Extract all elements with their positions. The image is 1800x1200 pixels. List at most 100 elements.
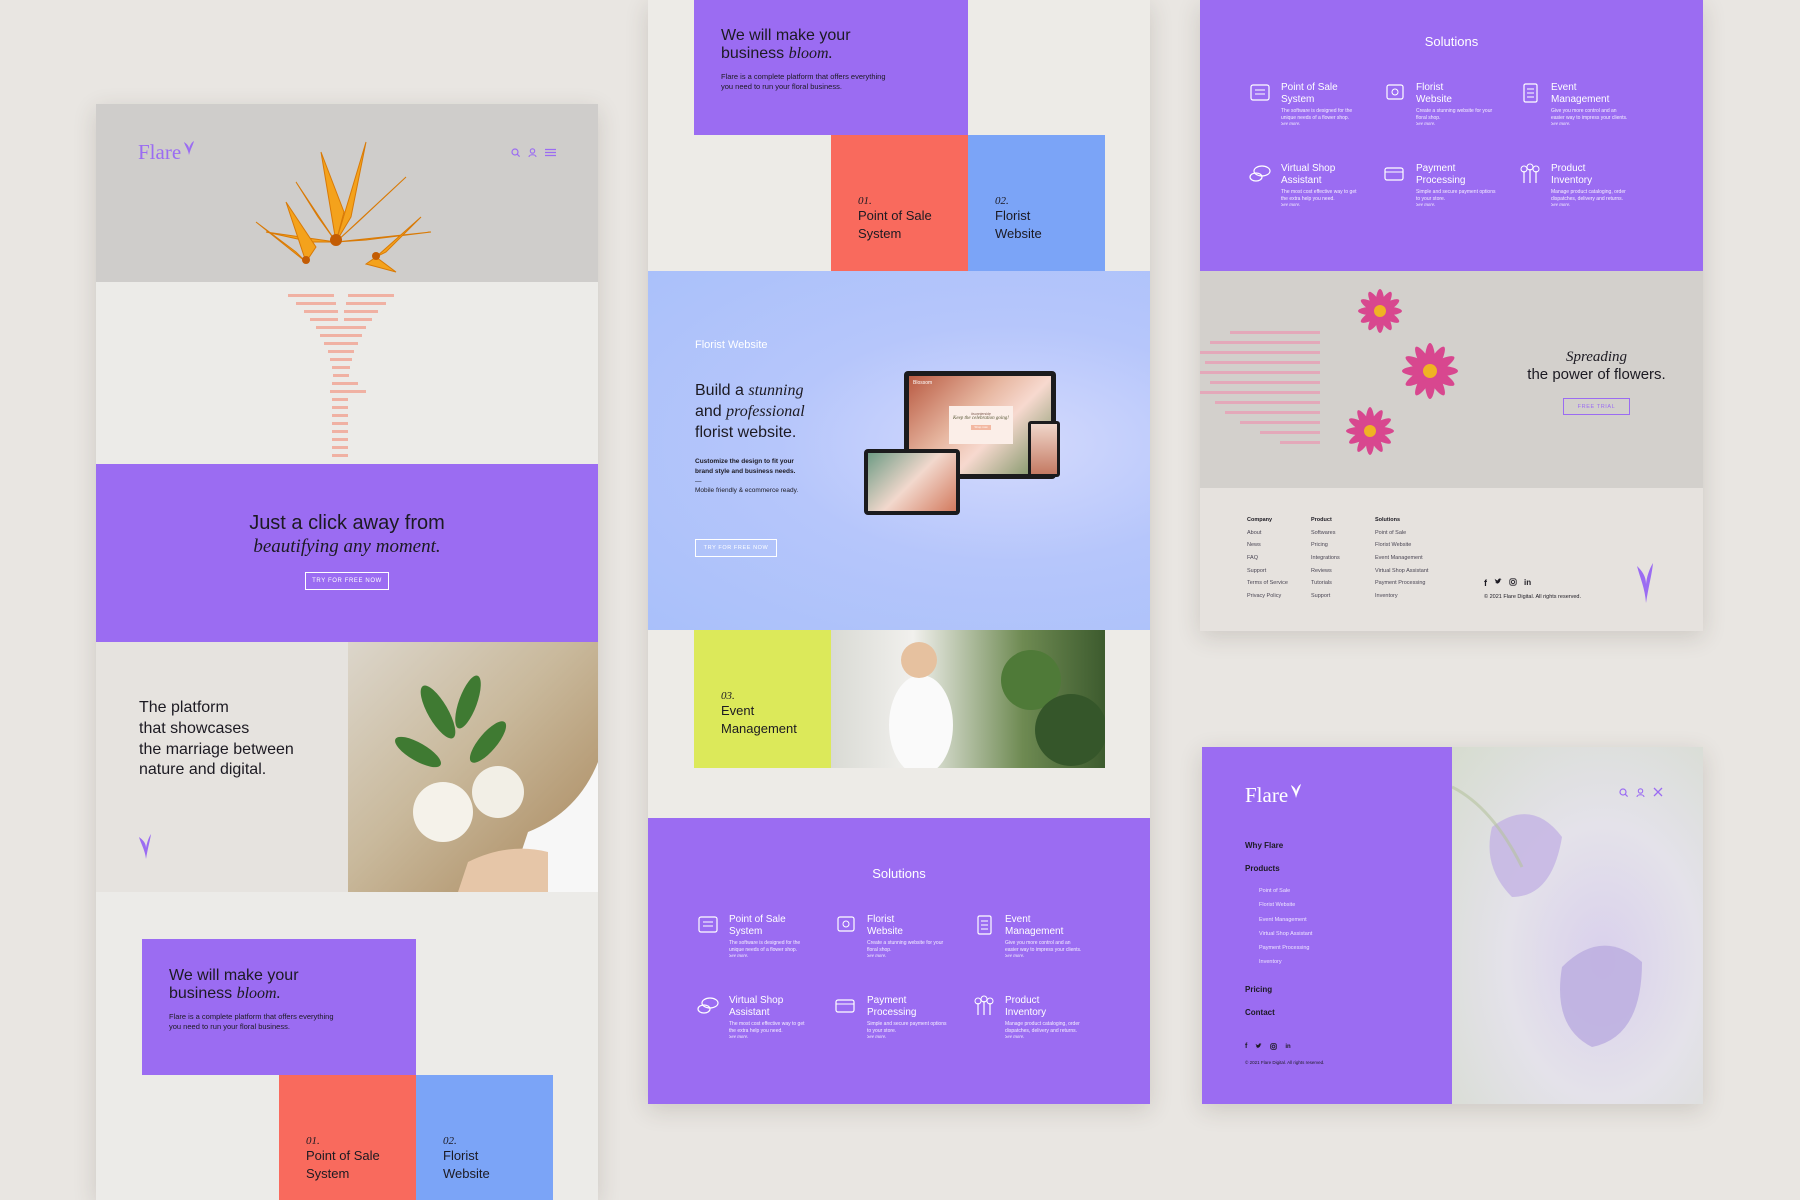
- hero-title-italic: beautifying any moment.: [253, 536, 441, 557]
- social-links: f in: [1245, 1043, 1291, 1050]
- footer-link[interactable]: Support: [1247, 565, 1288, 578]
- footer-link[interactable]: Tutorials: [1311, 577, 1340, 590]
- footer-link[interactable]: Virtual Shop Assistant: [1375, 565, 1428, 578]
- device-mockup-tablet: [1028, 421, 1060, 477]
- see-more-link[interactable]: See more.: [1551, 122, 1631, 127]
- solution-item[interactable]: Event Management Give you more control and…: [972, 914, 1085, 959]
- see-more-link[interactable]: See more.: [867, 1035, 947, 1040]
- desc-line: brand style and business needs.: [695, 467, 796, 475]
- footer-link[interactable]: Florist Website: [1375, 539, 1428, 552]
- solution-description: Simple and secure payment options to you…: [1416, 189, 1496, 202]
- see-more-link[interactable]: See more.: [729, 1035, 809, 1040]
- menu-item-contact[interactable]: Contact: [1245, 1008, 1275, 1017]
- pink-daisy-image: [1346, 289, 1458, 455]
- solution-item[interactable]: Product Inventory Manage product catalogin…: [1518, 163, 1631, 208]
- footer-copyright: © 2021 Flare Digital. All rights reserve…: [1484, 594, 1581, 600]
- footer-link[interactable]: FAQ: [1247, 552, 1288, 565]
- see-more-link[interactable]: See more.: [1005, 954, 1085, 959]
- solution-description: The most cost effective way to get the e…: [1281, 189, 1357, 202]
- solution-item[interactable]: Virtual Shop Assistant The most cost effec…: [696, 995, 809, 1040]
- menu-subitem[interactable]: Event Management: [1259, 913, 1312, 927]
- solution-item[interactable]: Payment Processing Simple and secure payme…: [834, 995, 947, 1040]
- see-more-link[interactable]: See more.: [1281, 122, 1361, 127]
- chat-assistant-icon: [1249, 165, 1271, 182]
- footer-link[interactable]: Inventory: [1375, 590, 1428, 603]
- bellflower-image: [1451, 747, 1703, 1104]
- footer-link[interactable]: Support: [1311, 590, 1340, 603]
- see-more-link[interactable]: See more.: [1005, 1035, 1085, 1040]
- twitter-icon[interactable]: [1255, 1043, 1262, 1050]
- footer-link[interactable]: Softwares: [1311, 527, 1340, 540]
- close-icon[interactable]: [1653, 787, 1663, 797]
- device-mockup-laptop: [864, 449, 960, 515]
- try-free-button[interactable]: TRY FOR FREE NOW: [305, 572, 389, 590]
- footer-link[interactable]: About: [1247, 527, 1288, 540]
- see-more-link[interactable]: See more.: [1416, 203, 1496, 208]
- tile-number: 01.: [858, 195, 872, 207]
- user-icon[interactable]: [528, 148, 537, 157]
- menu-subitem[interactable]: Florist Website: [1259, 898, 1312, 912]
- see-more-link[interactable]: See more.: [867, 954, 947, 959]
- header-icons: [511, 148, 556, 157]
- tile-point-of-sale[interactable]: 01. Point of Sale System: [279, 1075, 416, 1200]
- brand-logo[interactable]: Flare: [138, 140, 195, 165]
- facebook-icon[interactable]: f: [1484, 578, 1487, 588]
- desc-dash: —: [695, 477, 702, 485]
- see-more-link[interactable]: See more.: [1416, 122, 1496, 127]
- desc-line: Customize the design to fit your: [695, 458, 794, 465]
- see-more-link[interactable]: See more.: [1551, 203, 1631, 208]
- footer-link[interactable]: Pricing: [1311, 539, 1340, 552]
- solution-item[interactable]: Point of Sale System The software is desig…: [696, 914, 809, 959]
- see-more-link[interactable]: See more.: [1281, 203, 1361, 208]
- tile-florist-website[interactable]: 02. Florist Website: [416, 1075, 553, 1200]
- bloom-desc-line1: Flare is a complete platform that offers…: [169, 1012, 334, 1021]
- linkedin-icon[interactable]: in: [1285, 1044, 1290, 1050]
- menu-item-why-flare[interactable]: Why Flare: [1245, 841, 1283, 850]
- tile-point-of-sale[interactable]: 01. Point of Sale System: [831, 135, 968, 271]
- footer-link[interactable]: Event Management: [1375, 552, 1428, 565]
- footer-link[interactable]: Point of Sale: [1375, 527, 1428, 540]
- solution-item[interactable]: Florist Website Create a stunning website …: [1383, 82, 1496, 127]
- menu-subitem[interactable]: Inventory: [1259, 955, 1312, 969]
- menu-item-products[interactable]: Products: [1245, 864, 1280, 873]
- menu-item-pricing[interactable]: Pricing: [1245, 985, 1272, 994]
- lily-flower-image: [255, 141, 432, 273]
- footer-link[interactable]: News: [1247, 539, 1288, 552]
- see-more-link[interactable]: See more.: [729, 954, 809, 959]
- brand-logo[interactable]: Flare: [1245, 783, 1302, 808]
- solution-item[interactable]: Point of Sale System The software is desig…: [1248, 82, 1361, 127]
- tile-event-management[interactable]: 03. Event Management: [694, 630, 831, 768]
- title-part: florist website.: [695, 423, 797, 441]
- search-icon[interactable]: [511, 148, 520, 157]
- search-icon[interactable]: [1619, 787, 1628, 797]
- menu-subitem[interactable]: Payment Processing: [1259, 941, 1312, 955]
- user-icon[interactable]: [1636, 787, 1645, 797]
- linkedin-icon[interactable]: in: [1524, 578, 1531, 587]
- footer-column: Company About News FAQ Support Terms of Servi…: [1247, 514, 1288, 602]
- instagram-icon[interactable]: [1509, 578, 1517, 586]
- footer-link[interactable]: Privacy Policy: [1247, 590, 1288, 603]
- facebook-icon[interactable]: f: [1245, 1043, 1247, 1050]
- platform-line-2: that showcases: [139, 719, 250, 737]
- spreading-banner: Spreading the power of flowers. FREE TRI…: [1200, 271, 1703, 488]
- try-free-button[interactable]: TRY FOR FREE NOW: [695, 539, 777, 557]
- solution-item[interactable]: Event Management Give you more control and…: [1518, 82, 1631, 127]
- brand-name: Flare: [1245, 783, 1289, 807]
- tile-label: Point of Sale: [858, 208, 932, 223]
- menu-subitem[interactable]: Point of Sale: [1259, 884, 1312, 898]
- free-trial-button[interactable]: FREE TRIAL: [1563, 398, 1630, 415]
- footer-link[interactable]: Terms of Service: [1247, 577, 1288, 590]
- solution-item[interactable]: Product Inventory Manage product catalogin…: [972, 995, 1085, 1040]
- solution-item[interactable]: Florist Website Create a stunning website …: [834, 914, 947, 959]
- solution-item[interactable]: Virtual Shop Assistant The most cost effec…: [1248, 163, 1361, 208]
- menu-icon[interactable]: [545, 148, 556, 157]
- footer-link[interactable]: Reviews: [1311, 565, 1340, 578]
- menu-subitem[interactable]: Virtual Shop Assistant: [1259, 927, 1312, 941]
- tile-florist-website[interactable]: 02. Florist Website: [968, 135, 1105, 271]
- footer-link[interactable]: Integrations: [1311, 552, 1340, 565]
- footer-link[interactable]: Payment Processing: [1375, 577, 1428, 590]
- twitter-icon[interactable]: [1494, 578, 1502, 586]
- solution-item[interactable]: Payment Processing Simple and secure payme…: [1383, 163, 1496, 208]
- instagram-icon[interactable]: [1270, 1043, 1278, 1050]
- solution-title: Payment Processing: [1416, 163, 1466, 186]
